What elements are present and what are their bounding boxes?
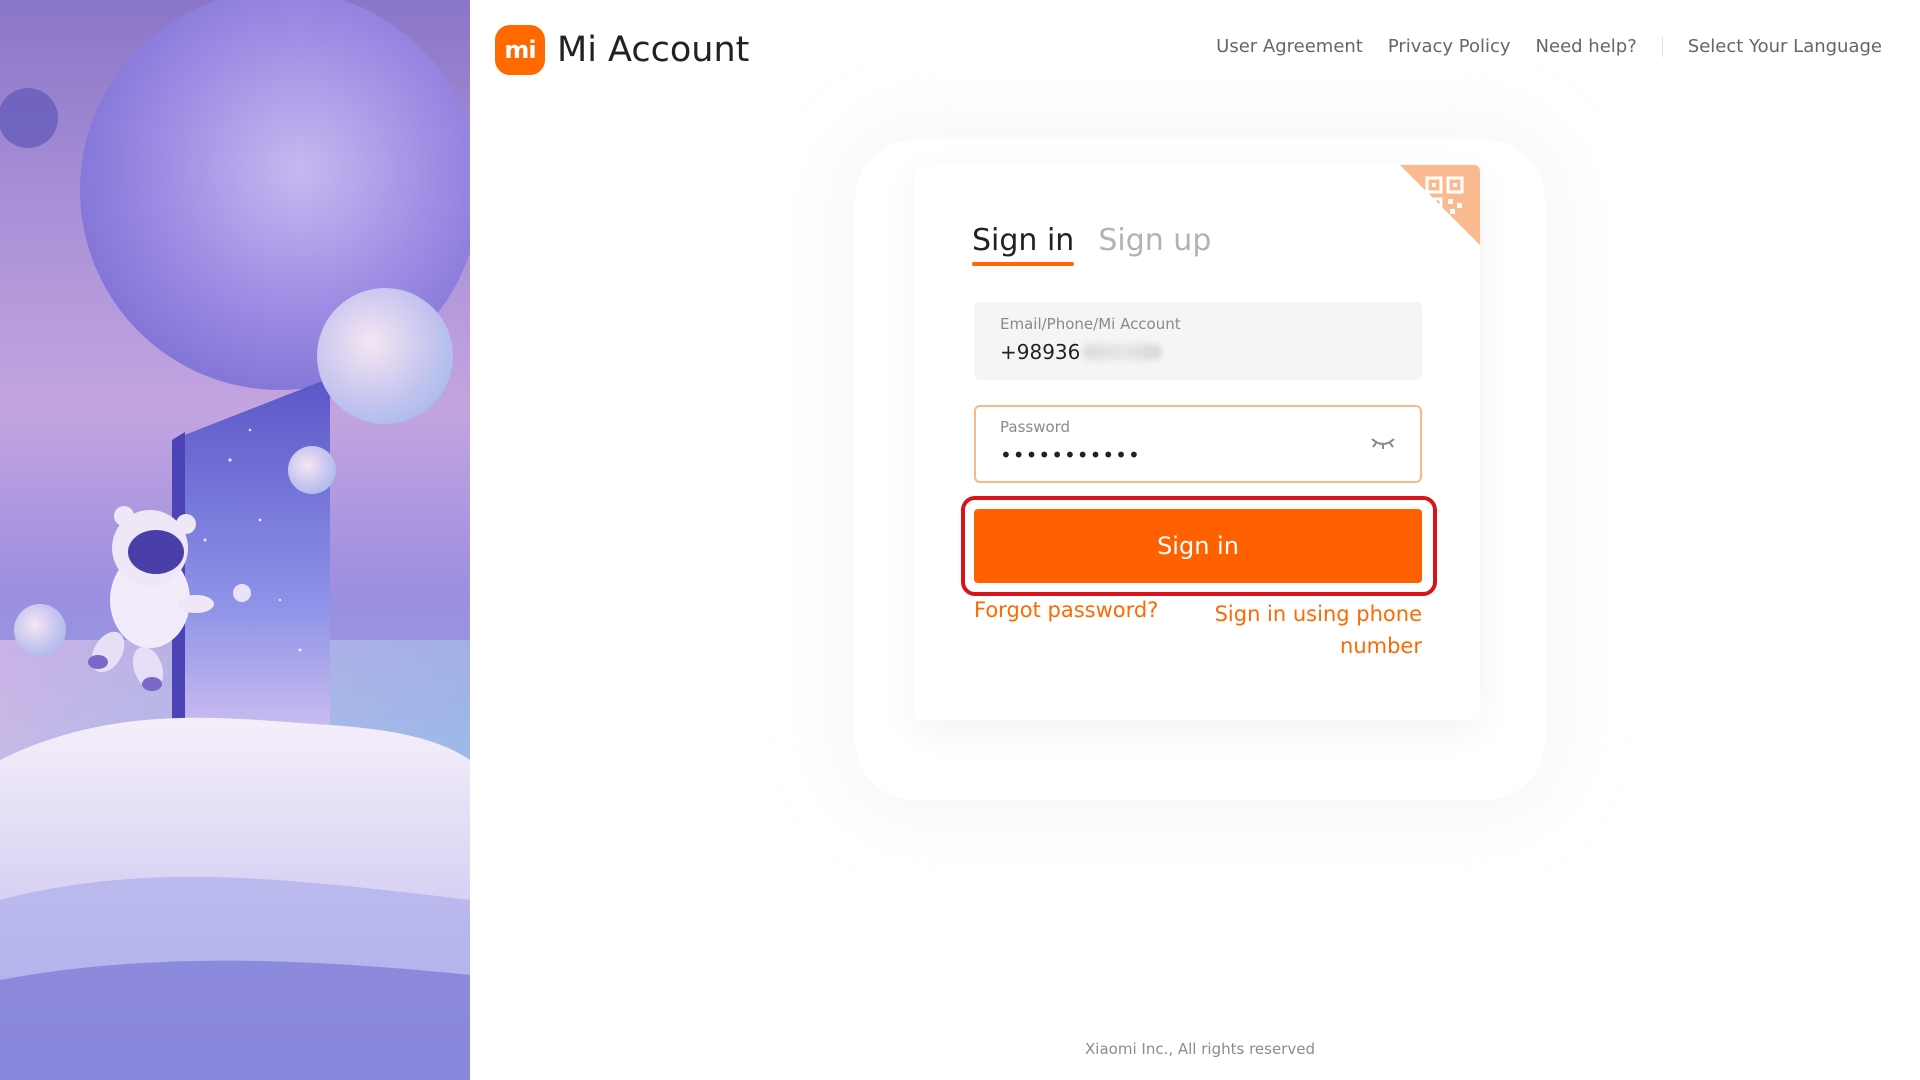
auth-tabs: Sign in Sign up (972, 223, 1235, 266)
logo-text: mi (504, 36, 536, 64)
illustration-art (0, 0, 470, 1080)
need-help-link[interactable]: Need help? (1536, 36, 1637, 57)
forgot-password-link[interactable]: Forgot password? (974, 598, 1158, 622)
account-field-value[interactable]: +98936 (1000, 340, 1163, 364)
page-title: Mi Account (557, 30, 750, 70)
sign-in-button[interactable]: Sign in (974, 509, 1422, 583)
top-nav: User Agreement Privacy Policy Need help?… (1191, 36, 1882, 57)
account-field[interactable]: Email/Phone/Mi Account +98936 (974, 302, 1422, 380)
eye-closed-icon[interactable] (1370, 435, 1396, 454)
qr-login-toggle[interactable] (1400, 165, 1480, 245)
user-agreement-link[interactable]: User Agreement (1216, 36, 1363, 57)
mi-logo-icon[interactable]: mi (495, 25, 545, 75)
qr-code-icon (1425, 176, 1464, 215)
login-card: Sign in Sign up Email/Phone/Mi Account +… (914, 165, 1480, 720)
password-field-label: Password (1000, 418, 1071, 436)
select-language-link[interactable]: Select Your Language (1688, 36, 1882, 57)
privacy-policy-link[interactable]: Privacy Policy (1388, 36, 1511, 57)
footer-copyright: Xiaomi Inc., All rights reserved (1085, 1040, 1315, 1058)
account-field-label: Email/Phone/Mi Account (1000, 315, 1181, 333)
nav-divider (1661, 36, 1663, 57)
password-field[interactable]: Password ••••••••••• (974, 405, 1422, 483)
tab-sign-up[interactable]: Sign up (1098, 223, 1211, 264)
tab-sign-in[interactable]: Sign in (972, 223, 1075, 266)
password-field-value[interactable]: ••••••••••• (1000, 443, 1141, 467)
account-value-text: +98936 (1000, 340, 1081, 364)
phone-sign-in-link[interactable]: Sign in using phone number (1202, 598, 1422, 662)
redacted-digits (1082, 344, 1163, 360)
side-illustration (0, 0, 470, 1080)
